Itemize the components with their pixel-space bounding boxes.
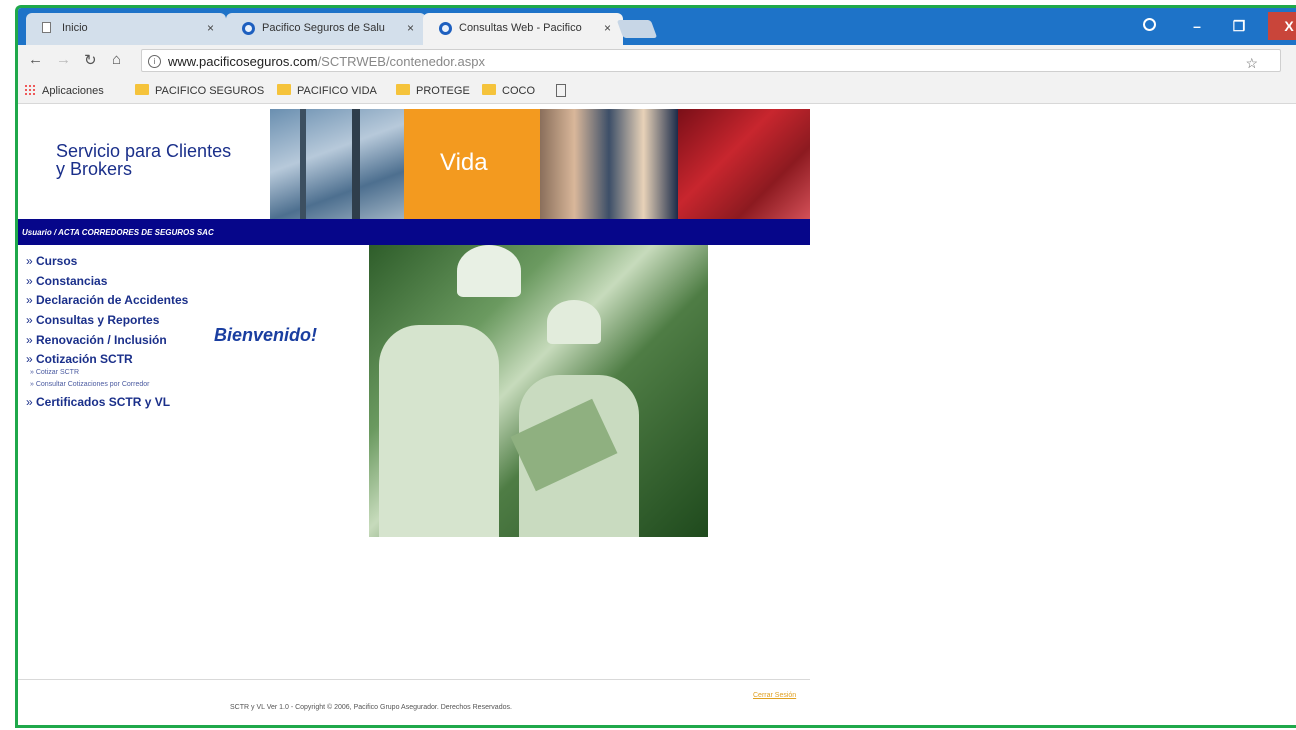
bookmark-pacifico-vida[interactable]: PACIFICO VIDA [277, 84, 377, 97]
tab-pacifico-salud[interactable]: Pacifico Seguros de Salu × [226, 13, 426, 45]
url-path: /SCTRWEB/contenedor.aspx [317, 54, 485, 69]
close-window-button[interactable]: X [1268, 12, 1296, 40]
doc-icon [42, 22, 51, 33]
tab-title: Consultas Web - Pacifico [459, 22, 582, 34]
submenu-item-cotizar-sctr[interactable]: Cotizar SCTR [26, 369, 188, 381]
footer-divider [18, 679, 810, 680]
side-menu: Cursos Constancias Declaración de Accide… [26, 254, 188, 415]
folder-icon [482, 84, 496, 95]
menu-item-renovacion-inclusion[interactable]: Renovación / Inclusión [26, 333, 188, 353]
menu-item-consultas-reportes[interactable]: Consultas y Reportes [26, 313, 188, 333]
browser-toolbar: ← → ↻ ⌂ i www.pacificoseguros.com/SCTRWE… [18, 45, 1296, 76]
menu-item-cursos[interactable]: Cursos [26, 254, 188, 274]
minimize-button[interactable]: – [1176, 12, 1218, 40]
bookmark-coco[interactable]: COCO [482, 84, 535, 97]
bookmarks-bar: Aplicaciones PACIFICO SEGUROS PACIFICO V… [18, 76, 1296, 104]
reload-icon[interactable]: ↻ [84, 51, 97, 69]
tab-title: Pacifico Seguros de Salu [262, 22, 385, 34]
info-icon[interactable]: i [148, 55, 161, 68]
banner-industry-image [270, 109, 404, 219]
new-tab-button[interactable] [616, 20, 658, 38]
tab-title: Inicio [62, 22, 88, 34]
frame-bottom-border [15, 725, 1296, 728]
page-content: Servicio para Clientes y Brokers Vida Us… [18, 104, 1296, 727]
menu-item-cotizacion-sctr[interactable]: Cotización SCTR [26, 352, 188, 369]
forward-arrow-icon[interactable]: → [56, 51, 71, 68]
copyright-text: SCTR y VL Ver 1.0 - Copyright © 2006, Pa… [230, 704, 512, 711]
browser-window: Inicio × Pacifico Seguros de Salu × Cons… [15, 5, 1296, 727]
bookmark-label: PACIFICO VIDA [297, 85, 377, 97]
address-bar[interactable]: i www.pacificoseguros.com/SCTRWEB/conten… [141, 49, 1281, 72]
banner-vida: Vida [404, 109, 540, 219]
bookmark-pacifico-seguros[interactable]: PACIFICO SEGUROS [135, 84, 264, 97]
bookmark-label: Aplicaciones [42, 85, 104, 97]
folder-icon [277, 84, 291, 95]
bookmark-label: PACIFICO SEGUROS [155, 85, 265, 97]
welcome-heading: Bienvenido! [214, 325, 318, 345]
account-icon[interactable] [1143, 18, 1156, 31]
bookmark-label: COCO [502, 85, 535, 97]
close-tab-icon[interactable]: × [604, 21, 611, 35]
submenu-item-consultar-cotizaciones[interactable]: Consultar Cotizaciones por Corredor [26, 381, 188, 395]
tab-consultas-web[interactable]: Consultas Web - Pacifico × [423, 13, 623, 45]
hero-engineers-image [369, 245, 708, 537]
restore-button[interactable]: ❐ [1218, 12, 1260, 40]
apps-grid-icon [24, 84, 36, 96]
site-brand: Servicio para Clientes y Brokers [56, 141, 232, 179]
menu-item-declaracion-accidentes[interactable]: Declaración de Accidentes [26, 293, 188, 313]
bookmark-label: PROTEGE [416, 85, 470, 97]
tab-inicio[interactable]: Inicio × [26, 13, 226, 45]
home-icon[interactable]: ⌂ [112, 51, 121, 68]
bookmark-page[interactable] [556, 84, 566, 99]
menu-item-certificados-sctr-vl[interactable]: Certificados SCTR y VL [26, 395, 188, 415]
user-bar: Usuario / ACTA CORREDORES DE SEGUROS SAC [18, 219, 810, 245]
tab-strip: Inicio × Pacifico Seguros de Salu × Cons… [18, 8, 1296, 45]
close-tab-icon[interactable]: × [207, 21, 214, 35]
folder-icon [396, 84, 410, 95]
globe-icon [439, 22, 452, 35]
close-tab-icon[interactable]: × [407, 21, 414, 35]
url-host: www.pacificoseguros.com [168, 54, 318, 69]
logout-link[interactable]: Cerrar Sesión [753, 692, 796, 699]
banner-red-image [678, 109, 810, 219]
bookmark-protege[interactable]: PROTEGE [396, 84, 470, 97]
globe-icon [242, 22, 255, 35]
menu-item-constancias[interactable]: Constancias [26, 274, 188, 294]
bookmark-star-icon[interactable]: ☆ [1245, 55, 1258, 72]
page-icon [556, 84, 566, 97]
back-arrow-icon[interactable]: ← [28, 51, 43, 68]
banner-people-image [540, 109, 678, 219]
folder-icon [135, 84, 149, 95]
bookmark-apps[interactable]: Aplicaciones [24, 84, 104, 97]
